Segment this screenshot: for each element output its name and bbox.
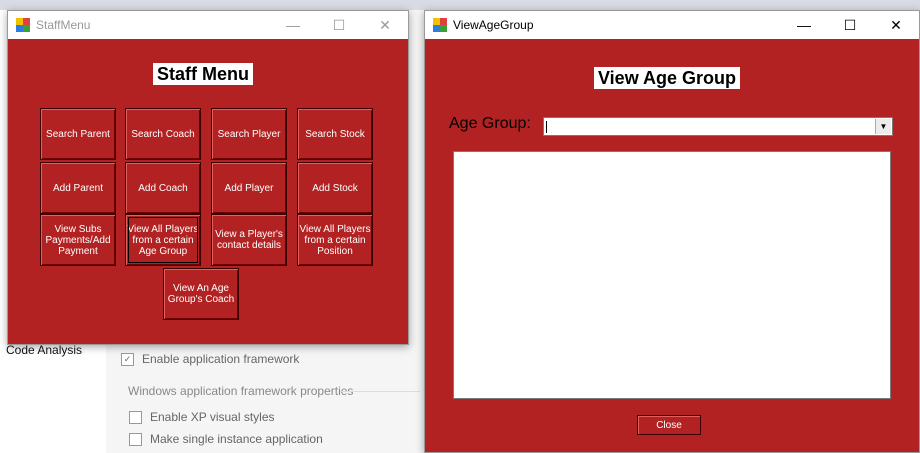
search-coach-button[interactable]: Search Coach bbox=[125, 108, 201, 160]
checkbox-icon bbox=[129, 410, 142, 424]
view-player-contact-button[interactable]: View a Player's contact details bbox=[211, 214, 287, 266]
app-icon bbox=[16, 18, 30, 32]
group-divider bbox=[340, 391, 420, 392]
age-group-label: Age Group: bbox=[449, 115, 531, 132]
view-age-group-form: View Age Group Age Group: ▼ Close bbox=[425, 39, 919, 452]
checkbox-icon bbox=[129, 432, 142, 446]
page-title: View Age Group bbox=[594, 67, 741, 89]
search-parent-button[interactable]: Search Parent bbox=[40, 108, 116, 160]
search-stock-button[interactable]: Search Stock bbox=[297, 108, 373, 160]
text-caret bbox=[546, 121, 547, 133]
framework-properties-group-label: Windows application framework properties bbox=[128, 384, 354, 398]
xp-styles-option[interactable]: Enable XP visual styles bbox=[129, 410, 275, 424]
add-stock-button[interactable]: Add Stock bbox=[297, 162, 373, 214]
add-player-button[interactable]: Add Player bbox=[211, 162, 287, 214]
staff-menu-window: StaffMenu — ☐ ✕ Staff Menu Search Parent… bbox=[7, 10, 409, 345]
add-coach-button[interactable]: Add Coach bbox=[125, 162, 201, 214]
close-button[interactable]: ✕ bbox=[873, 11, 919, 39]
enable-framework-label: Enable application framework bbox=[142, 352, 300, 366]
staff-menu-titlebar[interactable]: StaffMenu — ☐ ✕ bbox=[8, 11, 408, 39]
close-button[interactable]: ✕ bbox=[362, 11, 408, 39]
nav-item-code-analysis[interactable]: Code Analysis bbox=[6, 343, 82, 357]
search-player-button[interactable]: Search Player bbox=[211, 108, 287, 160]
age-group-dropdown[interactable]: ▼ bbox=[543, 117, 893, 136]
view-age-group-titlebar[interactable]: ViewAgeGroup — ☐ ✕ bbox=[425, 11, 919, 39]
maximize-button[interactable]: ☐ bbox=[316, 11, 362, 39]
checked-checkbox-icon: ✓ bbox=[121, 352, 134, 366]
view-age-group-window: ViewAgeGroup — ☐ ✕ View Age Group Age Gr… bbox=[424, 10, 920, 453]
window-title: StaffMenu bbox=[36, 18, 91, 32]
maximize-button[interactable]: ☐ bbox=[827, 11, 873, 39]
single-instance-label: Make single instance application bbox=[150, 432, 323, 446]
view-players-by-position-button[interactable]: View All Players from a certain Position bbox=[297, 214, 373, 266]
page-title: Staff Menu bbox=[153, 63, 253, 85]
xp-styles-label: Enable XP visual styles bbox=[150, 410, 275, 424]
view-players-by-age-group-button[interactable]: View All Players from a certain Age Grou… bbox=[125, 214, 201, 266]
close-form-button[interactable]: Close bbox=[637, 415, 701, 435]
single-instance-option[interactable]: Make single instance application bbox=[129, 432, 323, 446]
enable-framework-option[interactable]: ✓ Enable application framework bbox=[121, 352, 299, 366]
players-listbox[interactable] bbox=[453, 151, 891, 399]
view-age-group-coach-button[interactable]: View An Age Group's Coach bbox=[163, 268, 239, 320]
chevron-down-icon[interactable]: ▼ bbox=[875, 119, 891, 134]
add-parent-button[interactable]: Add Parent bbox=[40, 162, 116, 214]
minimize-button[interactable]: — bbox=[270, 11, 316, 39]
view-subs-payments-button[interactable]: View Subs Payments/Add Payment bbox=[40, 214, 116, 266]
app-icon bbox=[433, 18, 447, 32]
minimize-button[interactable]: — bbox=[781, 11, 827, 39]
staff-menu-form: Staff Menu Search Parent Search Coach Se… bbox=[8, 39, 408, 344]
window-title: ViewAgeGroup bbox=[453, 18, 534, 32]
